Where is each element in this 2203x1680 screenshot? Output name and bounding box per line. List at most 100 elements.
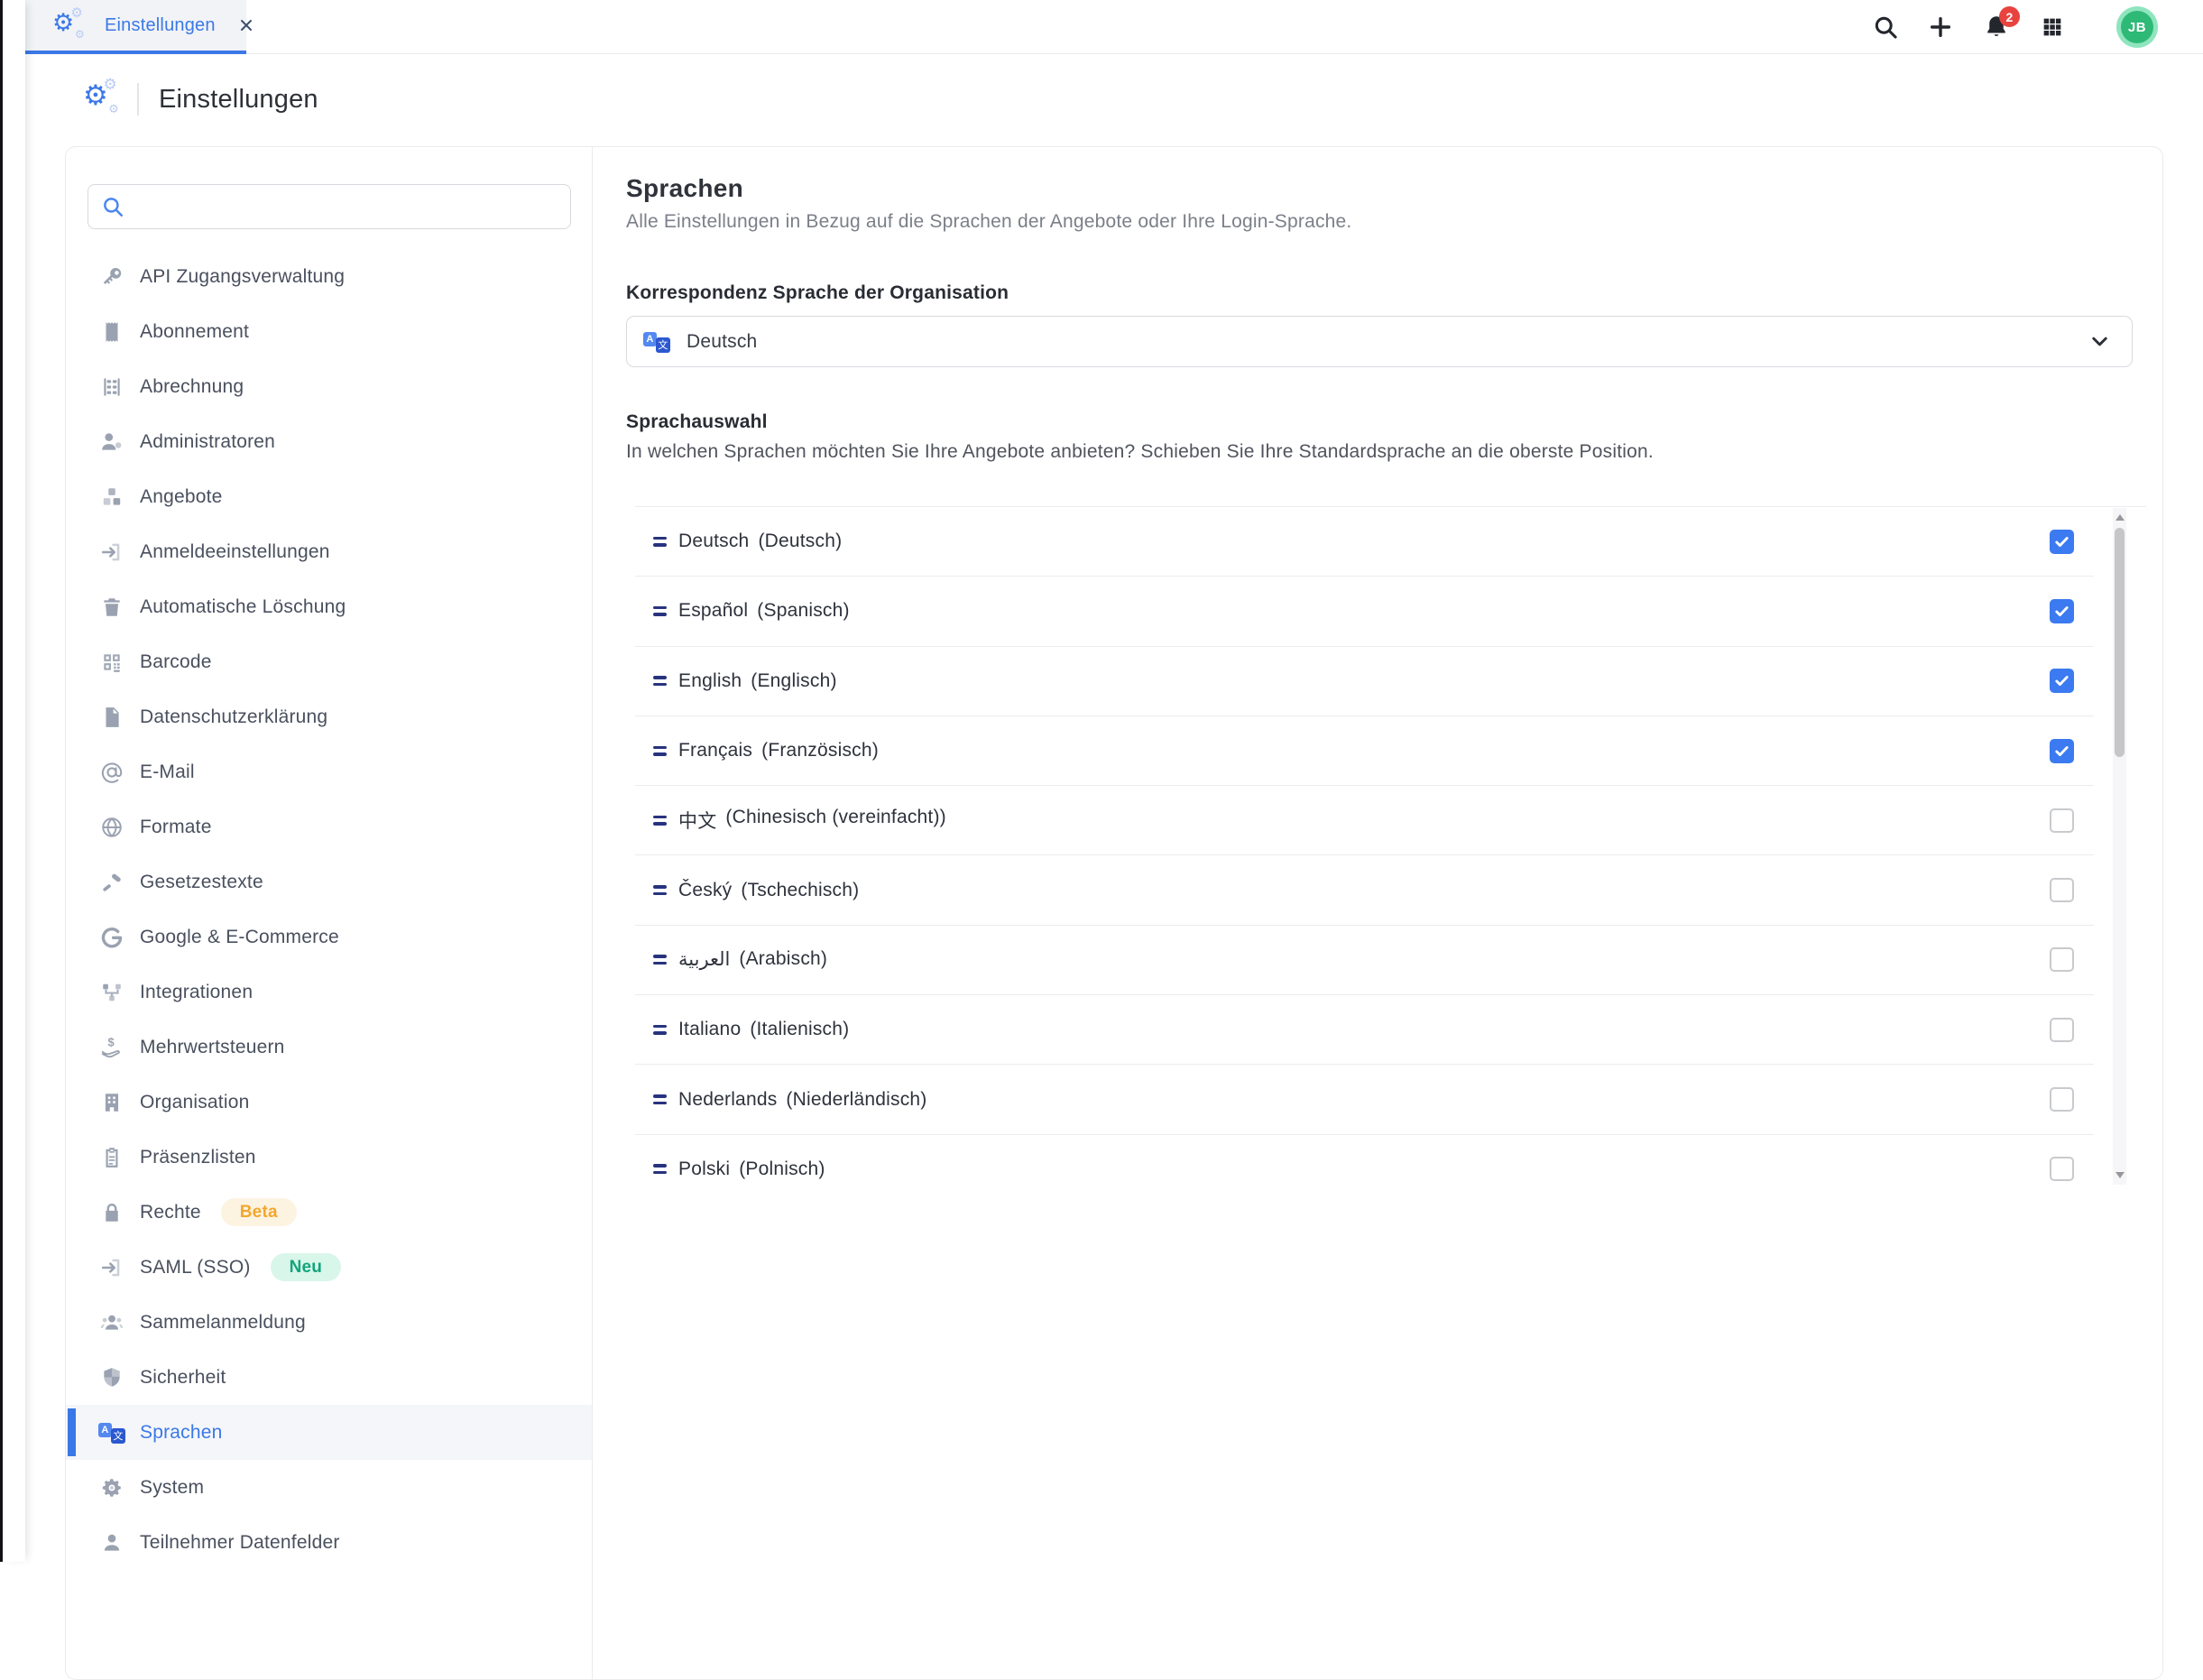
sidebar-item-sprachen[interactable]: A文 Sprachen — [66, 1405, 592, 1460]
drag-handle-icon[interactable] — [653, 606, 667, 616]
plus-icon[interactable] — [1928, 14, 1953, 40]
sidebar-search-input[interactable] — [134, 196, 558, 218]
sidebar-item-datenschutzerkl-rung[interactable]: Datenschutzerklärung — [66, 689, 592, 744]
drag-handle-icon[interactable] — [653, 1164, 667, 1174]
sidebar-item-angebote[interactable]: Angebote — [66, 469, 592, 524]
correspondence-language-select[interactable]: A文 Deutsch — [626, 316, 2133, 367]
sidebar-item-label: Angebote — [140, 486, 223, 508]
sidebar-item-organisation[interactable]: Organisation — [66, 1075, 592, 1130]
language-native-name: Deutsch — [678, 531, 749, 552]
drag-handle-icon[interactable] — [653, 955, 667, 965]
sidebar-item-abrechnung[interactable]: Abrechnung — [66, 359, 592, 414]
sidebar-item-label: E-Mail — [140, 762, 195, 783]
language-checkbox[interactable] — [2050, 1157, 2074, 1181]
sidebar-item-automatische-l-schung[interactable]: Automatische Löschung — [66, 579, 592, 634]
language-native-name: العربية — [678, 948, 730, 971]
settings-gears-icon: ⚙⚙⚙ — [83, 84, 117, 115]
sidebar-item-system[interactable]: System — [66, 1460, 592, 1515]
sidebar-search[interactable] — [88, 184, 571, 229]
language-checkbox[interactable] — [2050, 530, 2074, 554]
sidebar-item-label: Sammelanmeldung — [140, 1312, 306, 1334]
header-divider — [137, 83, 139, 115]
language-checkbox[interactable] — [2050, 669, 2074, 693]
drag-handle-icon[interactable] — [653, 1094, 667, 1104]
language-row: العربية (Arabisch) — [635, 926, 2094, 995]
cubes-icon — [100, 485, 124, 509]
sidebar-item-api-zugangsverwaltung[interactable]: API Zugangsverwaltung — [66, 249, 592, 304]
sidebar-item-gesetzestexte[interactable]: Gesetzestexte — [66, 854, 592, 909]
admin-user-icon — [100, 430, 124, 454]
language-selection-label: Sprachauswahl — [626, 411, 2162, 433]
language-row: Nederlands (Niederländisch) — [635, 1065, 2094, 1134]
sidebar-item-label: Rechte — [140, 1202, 201, 1223]
language-native-name: Español — [678, 600, 748, 622]
drag-handle-icon[interactable] — [653, 816, 667, 826]
sidebar-item-saml-sso[interactable]: SAML (SSO)Neu — [66, 1240, 592, 1295]
tab-einstellungen[interactable]: ⚙⚙⚙ Einstellungen — [25, 0, 246, 54]
sidebar-item-administratoren[interactable]: Administratoren — [66, 414, 592, 469]
shield-icon — [100, 1366, 124, 1389]
sidebar-item-google-e-commerce[interactable]: Google & E-Commerce — [66, 909, 592, 965]
language-checkbox[interactable] — [2050, 878, 2074, 902]
correspondence-language-value: Deutsch — [687, 331, 757, 353]
sidebar-item-e-mail[interactable]: E-Mail — [66, 744, 592, 799]
sidebar-item-sammelanmeldung[interactable]: Sammelanmeldung — [66, 1295, 592, 1350]
scrollbar[interactable] — [2113, 508, 2126, 1185]
badge-neu: Neu — [271, 1253, 342, 1281]
sidebar-item-label: Formate — [140, 817, 212, 838]
sidebar-item-integrationen[interactable]: Integrationen — [66, 965, 592, 1020]
language-german-name: (Arabisch) — [739, 948, 827, 971]
drag-handle-icon[interactable] — [653, 746, 667, 756]
correspondence-language-label: Korrespondenz Sprache der Organisation — [626, 282, 2162, 304]
search-icon[interactable] — [1873, 14, 1898, 40]
language-checkbox[interactable] — [2050, 947, 2074, 972]
language-native-name: Italiano — [678, 1019, 741, 1040]
search-icon — [101, 195, 124, 218]
tab-label: Einstellungen — [105, 15, 216, 36]
sidebar-item-label: Abonnement — [140, 321, 249, 343]
topbar: ⚙⚙⚙ Einstellungen 2 JB — [25, 0, 2203, 54]
tax-hand-icon: $ — [100, 1036, 124, 1059]
sidebar-item-rechte[interactable]: RechteBeta — [66, 1185, 592, 1240]
language-row: Polski (Polnisch) — [635, 1135, 2094, 1185]
drag-handle-icon[interactable] — [653, 1025, 667, 1035]
sidebar-item-formate[interactable]: Formate — [66, 799, 592, 854]
page-title: Einstellungen — [159, 85, 318, 115]
privacy-document-icon — [100, 706, 124, 729]
sidebar-item-anmeldeeinstellungen[interactable]: Anmeldeeinstellungen — [66, 524, 592, 579]
language-checkbox[interactable] — [2050, 1087, 2074, 1112]
language-label: Nederlands (Niederländisch) — [678, 1089, 927, 1111]
svg-text:$: $ — [107, 1036, 115, 1048]
language-checkbox[interactable] — [2050, 599, 2074, 623]
sidebar-item-label: Automatische Löschung — [140, 596, 346, 618]
language-checkbox[interactable] — [2050, 808, 2074, 833]
drag-handle-icon[interactable] — [653, 537, 667, 547]
lock-icon — [100, 1201, 124, 1224]
gear-icon — [100, 1476, 124, 1500]
language-row: 中文 (Chinesisch (vereinfacht)) — [635, 786, 2094, 855]
drag-handle-icon[interactable] — [653, 676, 667, 686]
sidebar-item-sicherheit[interactable]: Sicherheit — [66, 1350, 592, 1405]
at-sign-icon — [100, 761, 124, 784]
tab-close-icon[interactable] — [237, 16, 255, 34]
sidebar-item-abonnement[interactable]: Abonnement — [66, 304, 592, 359]
sidebar-item-label: Präsenzlisten — [140, 1147, 256, 1168]
scrollbar-down-icon[interactable] — [2115, 1172, 2125, 1178]
receipt-icon — [100, 320, 124, 344]
scrollbar-thumb[interactable] — [2115, 528, 2125, 757]
language-row: Deutsch (Deutsch) — [635, 507, 2094, 577]
language-row: Italiano (Italienisch) — [635, 995, 2094, 1065]
language-label: Français (Französisch) — [678, 740, 879, 762]
apps-grid-icon[interactable] — [2040, 14, 2065, 40]
sidebar-item-pr-senzlisten[interactable]: Präsenzlisten — [66, 1130, 592, 1185]
language-checkbox[interactable] — [2050, 1018, 2074, 1042]
drag-handle-icon[interactable] — [653, 885, 667, 895]
sidebar-item-barcode[interactable]: Barcode — [66, 634, 592, 689]
bell-icon[interactable]: 2 — [1983, 14, 2010, 41]
sidebar-item-mehrwertsteuern[interactable]: $ Mehrwertsteuern — [66, 1020, 592, 1075]
scrollbar-up-icon[interactable] — [2115, 514, 2125, 521]
page-header: ⚙⚙⚙ Einstellungen — [83, 79, 318, 119]
avatar[interactable]: JB — [2116, 6, 2158, 48]
language-checkbox[interactable] — [2050, 739, 2074, 763]
language-native-name: Polski — [678, 1158, 730, 1180]
